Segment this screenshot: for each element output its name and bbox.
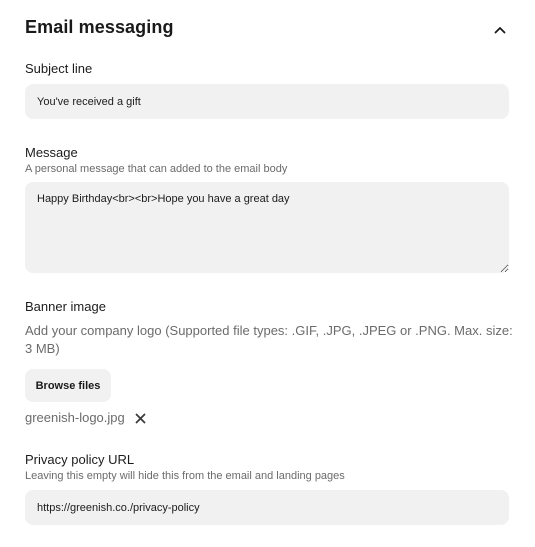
privacy-policy-label: Privacy policy URL	[25, 452, 135, 467]
subject-line-input[interactable]	[25, 84, 509, 119]
banner-image-description: Add your company logo (Supported file ty…	[25, 323, 513, 356]
remove-file-button[interactable]	[133, 411, 147, 425]
subject-line-label: Subject line	[25, 61, 93, 76]
chevron-up-icon	[494, 27, 506, 34]
uploaded-file-name: greenish-logo.jpg	[25, 410, 125, 425]
message-label: Message	[25, 145, 78, 160]
message-textarea[interactable]: Happy Birthday<br><br>Hope you have a gr…	[25, 182, 509, 273]
browse-files-button[interactable]: Browse files	[25, 369, 111, 402]
section-title: Email messaging	[25, 17, 174, 37]
privacy-policy-hint: Leaving this empty will hide this from t…	[25, 470, 345, 482]
message-hint: A personal message that can added to the…	[25, 163, 288, 175]
collapse-button[interactable]	[490, 20, 510, 40]
privacy-policy-input[interactable]	[25, 490, 509, 525]
close-icon	[135, 413, 145, 423]
banner-image-label: Banner image	[25, 299, 106, 314]
